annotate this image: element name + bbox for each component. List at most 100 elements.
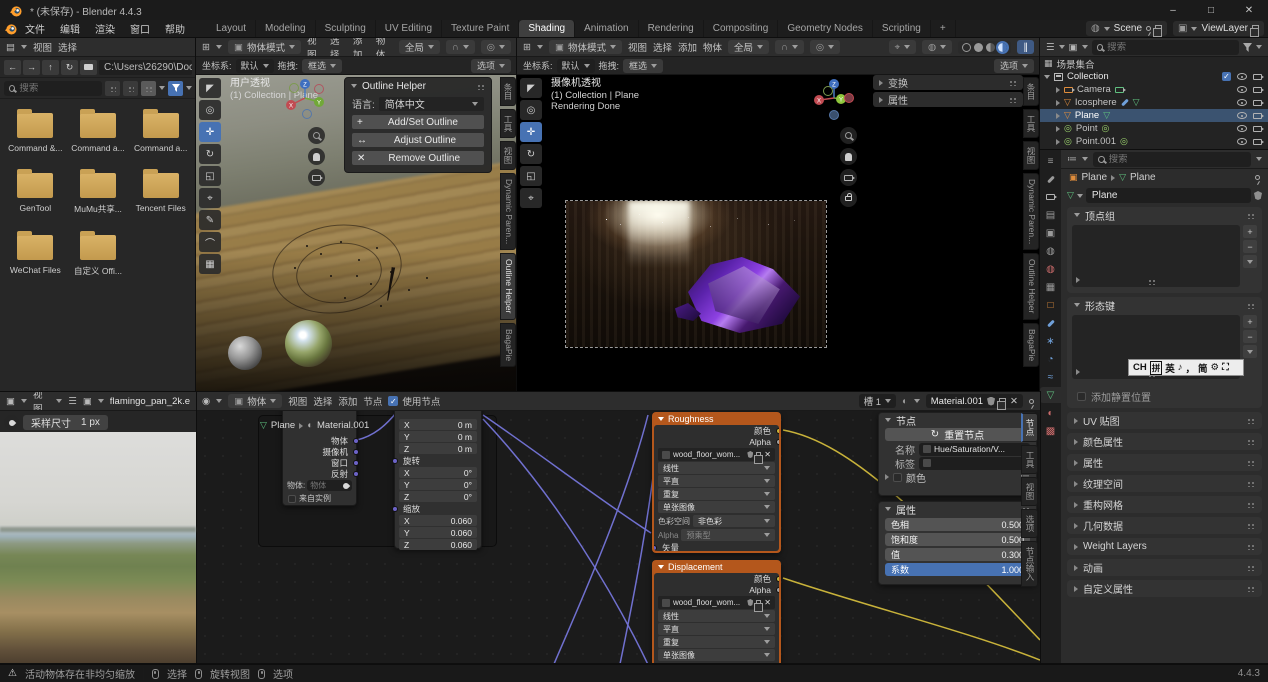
panel-header[interactable]: 形态键 xyxy=(1067,297,1262,313)
rotation-y[interactable]: Y0° xyxy=(399,479,477,490)
mode-selector[interactable]: ▣物体模式 xyxy=(228,40,301,54)
tab-item[interactable]: 条目 xyxy=(500,77,516,106)
node-output-reflection[interactable]: 反射 xyxy=(283,468,356,479)
proportional-edit-toggle[interactable]: ◎ xyxy=(481,40,511,54)
menu-edit[interactable]: 编辑 xyxy=(53,21,87,37)
tab-dynamic-parent[interactable]: Dynamic Paren... xyxy=(1023,173,1039,250)
location-x[interactable]: X0 m xyxy=(399,419,477,430)
cursor-tool[interactable]: ◎ xyxy=(199,100,221,120)
eye-icon[interactable] xyxy=(1237,112,1247,119)
animation-panel[interactable]: 动画 xyxy=(1067,559,1262,576)
source-select[interactable]: 单张图像 xyxy=(658,501,775,513)
projection-select[interactable]: 平直 xyxy=(658,475,775,487)
material-name-field[interactable]: Material.001 ✕ xyxy=(926,394,1023,408)
fake-user-shield-icon[interactable] xyxy=(987,397,995,406)
scale-tool[interactable]: ◱ xyxy=(520,166,542,186)
node-output-camera[interactable]: 摄像机 xyxy=(283,446,356,457)
display-mode-icon[interactable]: ▣ xyxy=(1069,42,1078,53)
scale-x[interactable]: X0.060 xyxy=(399,515,477,526)
menu-render[interactable]: 渲染 xyxy=(88,21,122,37)
object-row-plane-selected[interactable]: ▽ Plane ▽ xyxy=(1040,109,1268,122)
camera-view-icon[interactable] xyxy=(308,169,325,186)
new-scene-icon[interactable] xyxy=(1155,25,1162,32)
pan-hand-icon[interactable] xyxy=(840,148,857,165)
duplicate-icon[interactable] xyxy=(756,452,761,457)
alpha-output[interactable]: Alpha xyxy=(654,436,779,447)
drag-select[interactable]: 框选 xyxy=(623,59,663,73)
select-box-tool[interactable]: ◤ xyxy=(520,78,542,98)
outline-helper-header[interactable]: Outline Helper xyxy=(345,78,491,94)
minimize-button[interactable]: – xyxy=(1154,0,1192,20)
expand-icon[interactable] xyxy=(1056,100,1060,106)
tab-world[interactable]: ◍ xyxy=(1040,261,1061,277)
ie-menu-view[interactable]: 视图 xyxy=(33,392,50,411)
eyedropper-icon[interactable] xyxy=(4,415,19,430)
tab-node[interactable]: 节点 xyxy=(1021,413,1038,442)
chevron-down-icon[interactable] xyxy=(1256,45,1262,49)
options-menu[interactable]: 选项 xyxy=(471,59,511,73)
tab-bagapie[interactable]: BagaPie xyxy=(1023,323,1039,367)
properties-search-input[interactable] xyxy=(1093,152,1251,167)
maximize-button[interactable]: □ xyxy=(1192,0,1230,20)
add-set-outline-button[interactable]: +Add/Set Outline xyxy=(352,115,484,129)
tab-view[interactable]: 视图 xyxy=(1021,477,1038,506)
ime-settings-icon[interactable]: ⚙ xyxy=(1211,362,1220,373)
specials-menu-button[interactable] xyxy=(1243,345,1257,358)
blender-menu-icon[interactable] xyxy=(4,22,17,35)
checkbox-icon[interactable] xyxy=(288,495,296,503)
outliner-search-input[interactable] xyxy=(1092,40,1239,55)
folder-item[interactable]: 自定义 Offi... xyxy=(67,235,130,277)
eye-icon[interactable] xyxy=(1237,138,1247,145)
folder-item[interactable]: Command a... xyxy=(67,113,130,153)
remove-button[interactable]: − xyxy=(1243,240,1257,253)
ime-simplified[interactable]: 简 xyxy=(1198,361,1208,375)
hue-slider[interactable]: 色相0.500 xyxy=(885,518,1030,531)
menu-select[interactable]: 选择 xyxy=(653,40,672,54)
rotate-tool[interactable]: ↻ xyxy=(520,144,542,164)
fake-user-shield-icon[interactable] xyxy=(747,451,753,458)
menu-node[interactable]: 节点 xyxy=(363,394,382,408)
back-button[interactable]: ← xyxy=(4,60,21,75)
object-row-camera[interactable]: Camera xyxy=(1040,83,1268,96)
scene-selector[interactable]: ◍ Scene xyxy=(1086,21,1167,36)
menu-window[interactable]: 窗口 xyxy=(123,21,157,37)
menu-view[interactable]: 视图 xyxy=(628,40,647,54)
ime-english[interactable]: 英 xyxy=(1165,361,1175,375)
camera-visibility-icon[interactable] xyxy=(1253,74,1262,80)
tab-tool[interactable] xyxy=(1040,171,1061,187)
editor-type-icon[interactable]: ▣ xyxy=(6,396,15,407)
extension-select[interactable]: 重复 xyxy=(658,488,775,500)
image-texture-node[interactable]: 颜色 Alpha wood_floor_wom... ✕ 线性 平直 重复 单张… xyxy=(654,573,779,664)
data-name-field[interactable]: Plane xyxy=(1086,188,1251,203)
filter-toggle-button[interactable] xyxy=(168,81,183,96)
material-slot-selector[interactable]: 槽 1 xyxy=(859,394,896,408)
camera-view-icon[interactable] xyxy=(840,169,857,186)
tab-layout[interactable]: Layout xyxy=(207,20,256,38)
new-viewlayer-icon[interactable] xyxy=(1252,25,1259,32)
tab-editor-selector[interactable]: ≡ xyxy=(1040,153,1061,169)
drag-handle[interactable] xyxy=(477,83,485,90)
object-row-icosphere[interactable]: ▽ Icosphere ▽ xyxy=(1040,96,1268,109)
folder-item[interactable]: Command a... xyxy=(129,113,192,153)
tab-item[interactable]: 条目 xyxy=(1023,77,1039,106)
image-selector[interactable]: wood_floor_wom... ✕ xyxy=(658,448,775,461)
tab-outline-helper[interactable]: Outline Helper xyxy=(500,253,516,319)
tab-sculpting[interactable]: Sculpting xyxy=(316,20,376,38)
viewport-canvas[interactable]: 用户透视 (1) Collection | Plane ◤ ◎ ✛ ↻ ◱ ⌖ … xyxy=(196,75,517,392)
source-select[interactable]: 单张图像 xyxy=(658,649,775,661)
add-workspace-button[interactable]: + xyxy=(931,20,956,38)
fb-menu-view[interactable]: 视图 xyxy=(33,40,52,54)
expand-icon[interactable] xyxy=(1056,139,1060,145)
object-field[interactable]: 物体 xyxy=(307,480,352,491)
resize-handle[interactable] xyxy=(1148,278,1156,285)
breadcrumb-data[interactable]: Plane xyxy=(1130,172,1156,183)
tab-tool[interactable]: 工具 xyxy=(500,109,516,138)
zoom-icon[interactable] xyxy=(840,127,857,144)
menu-add[interactable]: 添加 xyxy=(338,394,357,408)
material-shading-icon[interactable] xyxy=(986,43,995,52)
eye-icon[interactable] xyxy=(1237,125,1247,132)
node-name-field[interactable]: Hue/Saturation/V... xyxy=(919,443,1030,456)
object-row-point001[interactable]: ◎ Point.001 ◎ xyxy=(1040,135,1268,148)
tab-constraints[interactable]: ≈ xyxy=(1040,369,1061,385)
tab-shading[interactable]: Shading xyxy=(519,20,575,38)
